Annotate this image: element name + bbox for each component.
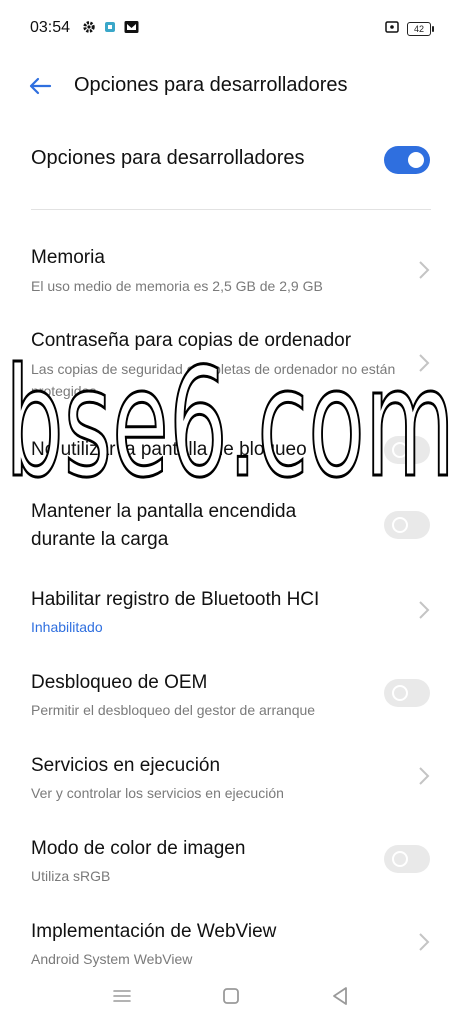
settings-item-memoria[interactable]: Memoria El uso medio de memoria es 2,5 G…: [0, 240, 461, 304]
developer-options-toggle[interactable]: [384, 146, 430, 174]
arrow-left-icon[interactable]: [24, 70, 56, 102]
item-title: Servicios en ejecución: [31, 755, 221, 776]
toggle-knob: [392, 442, 408, 458]
status-time: 03:54: [30, 19, 71, 36]
settings-item-no-lock-screen[interactable]: No utilizar la pantalla de bloqueo: [0, 432, 461, 472]
home-icon[interactable]: [217, 982, 245, 1010]
toggle-knob: [392, 685, 408, 701]
status-right-icons: 42: [385, 20, 434, 38]
app-bar: Opciones para desarrolladores: [0, 62, 461, 110]
chevron-right-icon: [418, 260, 430, 280]
item-subtitle: Ver y controlar los servicios en ejecuci…: [31, 785, 284, 801]
page-title: Opciones para desarrolladores: [74, 74, 348, 96]
menu-icon[interactable]: [108, 982, 136, 1010]
item-subtitle: Las copias de seguridad completas de ord…: [31, 361, 396, 399]
chevron-right-icon: [418, 766, 430, 786]
settings-item-backup-password[interactable]: Contraseña para copias de ordenador Las …: [0, 323, 461, 399]
item-title: No utilizar la pantalla de bloqueo: [31, 439, 307, 460]
back-triangle-icon[interactable]: [326, 982, 354, 1010]
settings-item-stay-awake[interactable]: Mantener la pantalla encendida durante l…: [0, 496, 461, 558]
toggle-knob: [392, 517, 408, 533]
divider: [31, 209, 431, 210]
master-toggle-label: Opciones para desarrolladores: [31, 147, 305, 169]
item-subtitle: Inhabilitado: [31, 619, 103, 635]
toggle-knob: [408, 152, 424, 168]
item-title: Modo de color de imagen: [31, 838, 246, 859]
screen-icon: [385, 20, 399, 38]
chevron-right-icon: [418, 353, 430, 373]
item-title: Habilitar registro de Bluetooth HCI: [31, 589, 320, 610]
app-notification-icon: [104, 20, 116, 39]
item-title: Mantener la pantalla encendida durante l…: [31, 501, 297, 550]
settings-item-bluetooth-hci[interactable]: Habilitar registro de Bluetooth HCI Inha…: [0, 582, 461, 642]
item-subtitle: Utiliza sRGB: [31, 868, 111, 884]
item-subtitle: Android System WebView: [31, 951, 193, 967]
chevron-right-icon: [418, 600, 430, 620]
chevron-right-icon: [418, 932, 430, 952]
settings-item-color-mode[interactable]: Modo de color de imagen Utiliza sRGB: [0, 831, 461, 891]
item-title: Desbloqueo de OEM: [31, 672, 208, 693]
battery-icon: 42: [407, 22, 434, 36]
item-subtitle: El uso medio de memoria es 2,5 GB de 2,9…: [31, 278, 323, 294]
mail-icon: [124, 20, 139, 39]
stay-awake-toggle[interactable]: [384, 511, 430, 539]
no-lock-screen-toggle[interactable]: [384, 436, 430, 464]
status-bar: 03:54 42: [0, 0, 461, 56]
toggle-knob: [392, 851, 408, 867]
item-title: Contraseña para copias de ordenador: [31, 330, 352, 351]
navigation-bar: [0, 970, 461, 1024]
color-mode-toggle[interactable]: [384, 845, 430, 873]
gear-icon: [82, 20, 96, 39]
settings-item-running-services[interactable]: Servicios en ejecución Ver y controlar l…: [0, 748, 461, 808]
settings-item-oem-unlock[interactable]: Desbloqueo de OEM Permitir el desbloqueo…: [0, 665, 461, 725]
status-left-icons: [82, 20, 139, 39]
item-subtitle: Permitir el desbloqueo del gestor de arr…: [31, 702, 316, 718]
item-title: Implementación de WebView: [31, 921, 277, 942]
settings-item-webview[interactable]: Implementación de WebView Android System…: [0, 914, 461, 972]
item-title: Memoria: [31, 247, 105, 268]
developer-options-master-row[interactable]: Opciones para desarrolladores: [0, 135, 461, 185]
oem-unlock-toggle[interactable]: [384, 679, 430, 707]
